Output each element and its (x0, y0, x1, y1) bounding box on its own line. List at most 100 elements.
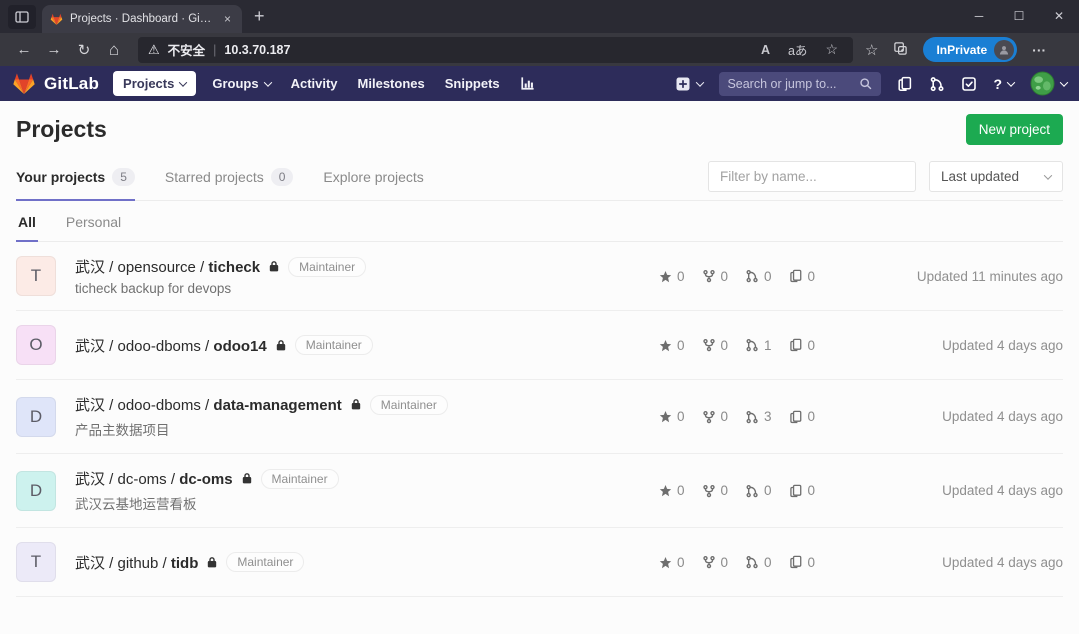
tab-your-projects[interactable]: Your projects 5 (16, 153, 135, 201)
nav-activity-link[interactable]: Activity (281, 71, 348, 96)
user-avatar (1030, 71, 1055, 96)
nav-projects-dropdown[interactable]: Projects (113, 71, 197, 96)
merge-requests-icon[interactable] (929, 76, 945, 92)
nav-groups-dropdown[interactable]: Groups (202, 71, 280, 96)
project-description: 武汉云基地运营看板 (75, 497, 197, 512)
close-button[interactable]: ✕ (1039, 0, 1079, 32)
project-row[interactable]: O 武汉 / odoo-dboms / odoo14 Maintainer 0 … (16, 311, 1063, 380)
star-icon (659, 339, 672, 351)
project-namespace: 武汉 / odoo-dboms / odoo14 (75, 337, 267, 355)
inprivate-badge[interactable]: InPrivate (923, 37, 1018, 62)
address-bar[interactable]: ⚠ 不安全 | 10.3.70.187 A aあ ☆ (138, 36, 853, 63)
issues-stat[interactable]: 0 (789, 483, 815, 498)
chevron-down-icon (1043, 170, 1053, 180)
forks-stat[interactable]: 0 (702, 269, 728, 284)
stars-stat[interactable]: 0 (659, 338, 685, 353)
merge-requests-stat[interactable]: 0 (745, 483, 772, 498)
search-icon (860, 77, 872, 89)
issues-stat[interactable]: 0 (789, 269, 815, 284)
stars-stat[interactable]: 0 (659, 409, 685, 424)
stars-stat[interactable]: 0 (659, 483, 685, 498)
updated-timestamp: Updated 11 minutes ago (916, 268, 1063, 284)
new-project-button[interactable]: New project (965, 114, 1063, 145)
read-aloud-icon[interactable]: A (756, 43, 775, 57)
forks-stat[interactable]: 0 (702, 555, 728, 570)
projects-list: T 武汉 / opensource / ticheck Maintainer t… (16, 242, 1063, 597)
project-avatar: T (16, 256, 56, 296)
issues-stat[interactable]: 0 (789, 555, 815, 570)
count-badge: 0 (270, 168, 294, 186)
user-menu-dropdown[interactable] (1030, 71, 1069, 96)
global-search-input[interactable]: Search or jump to... (719, 71, 882, 96)
maximize-button[interactable]: ☐ (999, 0, 1039, 32)
project-name: odoo14 (213, 337, 267, 355)
project-row[interactable]: T 武汉 / opensource / ticheck Maintainer t… (16, 242, 1063, 311)
merge-request-icon (746, 338, 758, 352)
translate-icon[interactable]: aあ (783, 40, 812, 59)
todos-icon[interactable] (961, 76, 977, 92)
stars-stat[interactable]: 0 (659, 555, 685, 570)
security-warning-label[interactable]: 不安全 (168, 40, 206, 59)
project-avatar: D (16, 396, 56, 437)
new-tab-button[interactable]: + (254, 7, 265, 25)
window-controls: ─ ☐ ✕ (959, 0, 1079, 32)
project-name: data-management (213, 397, 342, 414)
issues-icon (789, 338, 801, 352)
forks-stat[interactable]: 0 (702, 483, 728, 498)
merge-requests-stat[interactable]: 1 (745, 338, 772, 353)
issues-stat[interactable]: 0 (789, 338, 815, 353)
issues-icon[interactable] (897, 76, 913, 92)
merge-requests-stat[interactable]: 0 (745, 555, 772, 570)
url-text[interactable]: 10.3.70.187 (224, 43, 290, 57)
sort-dropdown[interactable]: Last updated (929, 161, 1063, 192)
stars-stat[interactable]: 0 (659, 269, 685, 284)
issues-stat[interactable]: 0 (789, 409, 815, 424)
lock-icon (276, 339, 285, 350)
help-dropdown[interactable]: ? (993, 76, 1016, 92)
merge-requests-stat[interactable]: 0 (745, 269, 772, 284)
forks-stat[interactable]: 0 (702, 409, 728, 424)
collections-icon[interactable] (893, 41, 908, 59)
lock-icon (269, 261, 279, 272)
chevron-down-icon (1059, 77, 1069, 87)
filter-by-name-input[interactable] (708, 161, 916, 192)
merge-requests-stat[interactable]: 3 (745, 409, 772, 424)
subtab-personal[interactable]: Personal (64, 201, 123, 242)
star-icon (659, 484, 672, 497)
project-row[interactable]: D 武汉 / odoo-dboms / data-management Main… (16, 380, 1063, 454)
tab-actions-icon[interactable] (8, 5, 36, 29)
browser-tab[interactable]: Projects · Dashboard · GitLab × (42, 5, 242, 33)
updated-timestamp: Updated 4 days ago (942, 409, 1063, 424)
refresh-icon[interactable]: ↻ (70, 41, 98, 59)
favorites-icon[interactable]: ☆ (865, 41, 878, 59)
nav-snippets-link[interactable]: Snippets (435, 71, 510, 96)
forward-icon[interactable]: → (40, 41, 68, 58)
browser-window: Projects · Dashboard · GitLab × + ─ ☐ ✕ … (0, 0, 1079, 634)
toolbar-right: ☆ InPrivate ··· (865, 37, 1046, 62)
charts-icon[interactable] (510, 71, 545, 96)
new-menu-dropdown[interactable] (675, 76, 705, 92)
forks-stat[interactable]: 0 (702, 338, 728, 353)
fork-icon (702, 410, 715, 423)
chevron-down-icon (179, 77, 188, 87)
project-row[interactable]: D 武汉 / dc-oms / dc-oms Maintainer 武汉云基地运… (16, 454, 1063, 528)
add-favorite-icon[interactable]: ☆ (820, 41, 843, 58)
gitlab-logo[interactable]: GitLab (12, 72, 99, 96)
tab-explore-projects[interactable]: Explore projects (323, 154, 423, 200)
minimize-button[interactable]: ─ (959, 0, 999, 32)
back-icon[interactable]: ← (10, 41, 38, 58)
browser-toolbar: ← → ↻ ⌂ ⚠ 不安全 | 10.3.70.187 A aあ ☆ ☆ InP… (0, 33, 1079, 66)
project-stats: 0 0 1 0 (659, 337, 827, 353)
browser-menu-icon[interactable]: ··· (1032, 42, 1046, 58)
tab-starred-projects[interactable]: Starred projects 0 (165, 153, 294, 201)
project-row[interactable]: T 武汉 / github / tidb Maintainer 0 0 0 0 … (16, 528, 1063, 597)
lock-icon (351, 399, 360, 410)
scope-tabs: All Personal (16, 201, 1063, 242)
subtab-all[interactable]: All (16, 201, 38, 242)
tab-close-icon[interactable]: × (221, 12, 234, 26)
nav-milestones-link[interactable]: Milestones (348, 71, 435, 96)
fork-icon (702, 555, 715, 569)
home-icon[interactable]: ⌂ (100, 40, 128, 60)
project-description: ticheck backup for devops (75, 281, 232, 296)
merge-request-icon (746, 555, 758, 569)
